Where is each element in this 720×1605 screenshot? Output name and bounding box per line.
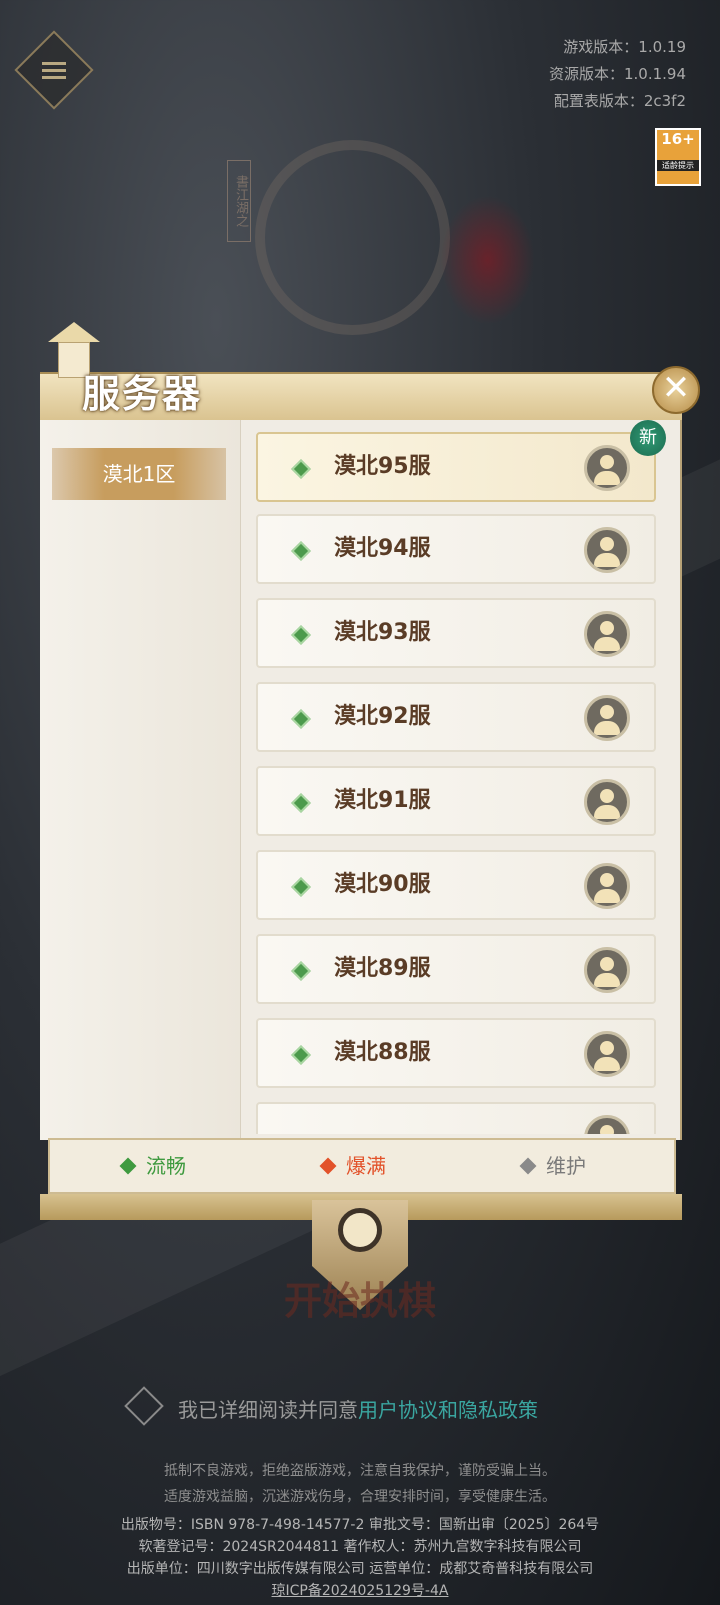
server-item[interactable]: 漠北90服: [256, 850, 656, 920]
age-rating-value: 16+: [661, 130, 695, 148]
age-rating-badge[interactable]: 16+ 适龄提示: [655, 128, 701, 186]
server-item[interactable]: 漠北92服: [256, 682, 656, 752]
server-item[interactable]: 漠北93服: [256, 598, 656, 668]
agreement-text: 我已详细阅读并同意: [178, 1398, 358, 1422]
legend-full: 爆满: [319, 1140, 386, 1192]
user-avatar-icon: [584, 779, 630, 825]
server-item[interactable]: 漠北91服: [256, 766, 656, 836]
diamond-icon: [319, 1157, 337, 1175]
menu-icon: [42, 58, 66, 82]
status-smooth-icon: [291, 877, 311, 897]
user-avatar-icon: [584, 1115, 630, 1134]
legend-smooth: 流畅: [119, 1140, 186, 1192]
game-version: 游戏版本：1.0.19: [563, 38, 686, 56]
user-avatar-icon: [584, 1031, 630, 1077]
menu-button[interactable]: [14, 30, 94, 110]
diamond-icon: [519, 1157, 537, 1175]
status-smooth-icon: [291, 541, 311, 561]
resource-version: 资源版本：1.0.1.94: [548, 65, 686, 83]
zone-sidebar: [40, 420, 241, 1140]
new-server-badge: 新: [630, 420, 666, 456]
server-name: 漠北88服: [334, 1040, 431, 1065]
server-name: 漠北93服: [334, 620, 431, 645]
status-smooth-icon: [291, 961, 311, 981]
status-smooth-icon: [291, 793, 311, 813]
start-game-button[interactable]: 开始执棋: [260, 1270, 460, 1325]
footer-notice-1: 抵制不良游戏，拒绝盗版游戏，注意自我保护，谨防受骗上当。: [164, 1463, 556, 1479]
user-avatar-icon: [584, 695, 630, 741]
close-button[interactable]: ✕: [652, 366, 700, 414]
user-avatar-icon: [584, 445, 630, 491]
game-logo-title-art: [440, 195, 535, 325]
server-list[interactable]: 漠北95服 漠北94服 漠北93服 漠北92服 漠北91服 漠北90服 漠北89…: [256, 432, 662, 1134]
status-smooth-icon: [291, 625, 311, 645]
ring-icon: [338, 1208, 382, 1252]
config-version: 配置表版本：2c3f2: [553, 92, 686, 110]
footer-notice-2: 适度游戏益脑，沉迷游戏伤身，合理安排时间，享受健康生活。: [164, 1489, 556, 1505]
version-info: 游戏版本：1.0.19 资源版本：1.0.1.94 配置表版本：2c3f2: [549, 34, 686, 115]
age-rating-note: 适龄提示: [657, 160, 699, 171]
legend-maintenance: 维护: [519, 1140, 586, 1192]
zone-tab-mobei-1[interactable]: 漠北1区: [52, 448, 226, 500]
server-name: 漠北95服: [334, 454, 431, 479]
status-legend: 流畅 爆满 维护: [48, 1138, 676, 1194]
agreement-link[interactable]: 用户协议和隐私政策: [358, 1398, 538, 1422]
server-item-partial[interactable]: [256, 1102, 656, 1134]
footer-publication-number: 出版物号：ISBN 978-7-498-14577-2 审批文号：国新出审〔20…: [120, 1517, 600, 1533]
agreement-checkbox[interactable]: [124, 1386, 164, 1426]
user-avatar-icon: [584, 947, 630, 993]
server-name: 漠北91服: [334, 788, 431, 813]
server-name: 漠北92服: [334, 704, 431, 729]
dialog-title: 服务器: [82, 371, 203, 416]
game-logo-emblem: [255, 140, 450, 335]
close-icon: ✕: [661, 368, 691, 408]
user-avatar-icon: [584, 611, 630, 657]
user-avatar-icon: [584, 527, 630, 573]
server-name: 漠北90服: [334, 872, 431, 897]
server-item[interactable]: 漠北88服: [256, 1018, 656, 1088]
server-item[interactable]: 漠北94服: [256, 514, 656, 584]
logo-subtitle: 書江湖之: [227, 160, 251, 242]
server-item[interactable]: 漠北89服: [256, 934, 656, 1004]
footer-copyright: 软著登记号：2024SR2044811 著作权人：苏州九宫数字科技有限公司: [138, 1539, 582, 1555]
status-smooth-icon: [291, 1045, 311, 1065]
agreement-row: 我已详细阅读并同意用户协议和隐私政策: [124, 1386, 538, 1426]
server-name: 漠北94服: [334, 536, 431, 561]
server-name: 漠北89服: [334, 956, 431, 981]
status-smooth-icon: [291, 459, 311, 479]
diamond-icon: [119, 1157, 137, 1175]
server-item[interactable]: 漠北95服: [256, 432, 656, 502]
footer-publisher: 出版单位：四川数字出版传媒有限公司 运营单位：成都艾奇普科技有限公司: [126, 1561, 594, 1577]
user-avatar-icon: [584, 863, 630, 909]
footer-icp-link[interactable]: 琼ICP备2024025129号-4A: [0, 1580, 720, 1600]
status-smooth-icon: [291, 709, 311, 729]
